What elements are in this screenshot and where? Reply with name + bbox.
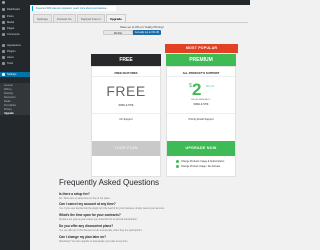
faq-question: Do you offer any discounted plans? (59, 224, 114, 228)
faq-answer: No. There are no setup fees on any of ou… (59, 197, 111, 200)
price-amount: 2 (192, 80, 202, 99)
settings-submenu: General Writing Reading Discussion Media… (0, 83, 30, 115)
price-cents-per-month: 99 / mo (206, 85, 214, 88)
notice-text[interactable]: Freemius SDK was just upgraded. Learn mo… (36, 7, 108, 10)
most-popular-badge: MOST POPULAR (165, 44, 238, 53)
free-features-title: FREE FEATURES (92, 67, 160, 77)
sidebar-item-comments[interactable]: Comments (0, 32, 30, 37)
admin-notice: Freemius SDK was just upgraded. Learn mo… (32, 6, 116, 11)
sidebar-item-media[interactable]: Media (0, 20, 30, 25)
brush-icon (2, 44, 5, 47)
free-plan-name: FREE (91, 54, 161, 66)
wordpress-logo-icon[interactable] (2, 1, 5, 4)
plugin-tabs: Settings Contact Us Support Forum Upgrad… (33, 14, 127, 22)
free-support-label: No Support (92, 113, 160, 125)
billed-annually-label: BILLED ANNUALLY (191, 99, 211, 101)
tab-support-forum[interactable]: Support Forum (76, 14, 105, 22)
media-icon (2, 21, 5, 24)
submenu-item-discussion[interactable]: Discussion (4, 96, 16, 99)
sidebar-item-appearance[interactable]: Appearance (0, 43, 30, 48)
admin-sidebar: Dashboard Posts Media Pages Comments App… (0, 5, 30, 250)
sidebar-item-posts[interactable]: Posts (0, 14, 30, 19)
premium-sites-label: SINGLE SITE (193, 103, 209, 106)
submenu-item-media[interactable]: Media (4, 100, 11, 103)
upgrade-now-button[interactable]: UPGRADE NOW (167, 141, 235, 156)
submenu-item-reading[interactable]: Reading (4, 92, 13, 95)
wrench-icon (2, 62, 5, 65)
tab-settings[interactable]: Settings (33, 14, 52, 22)
faq-question: Is there a setup fee? (59, 192, 90, 196)
billing-monthly-option[interactable]: Monthly (103, 30, 133, 35)
faq-question: What's the time span for your contracts? (59, 213, 121, 217)
premium-features-title: ALL PRODUCT'S SUPPORT (167, 67, 235, 77)
plugin-icon (2, 50, 5, 53)
comment-icon (2, 33, 5, 36)
premium-footer-line-2: Change Product Usage / Re-Activate (167, 164, 235, 169)
premium-plan-card: PREMIUM ALL PRODUCT'S SUPPORT $ 2 99 / m… (166, 54, 236, 177)
sidebar-item-pages[interactable]: Pages (0, 26, 30, 31)
check-icon (176, 160, 179, 163)
free-sites-label: SINGLE SITE (118, 104, 134, 107)
submenu-item-privacy[interactable]: Privacy (4, 108, 12, 111)
free-plan-card: FREE FREE FEATURES FREE SINGLE SITE No S… (91, 54, 161, 177)
dashboard-icon (2, 8, 5, 11)
premium-support-label: Priority Email Support (167, 113, 235, 125)
your-plan-button: YOUR PLAN (92, 141, 160, 156)
faq-title: Frequently Asked Questions (59, 178, 160, 187)
faq-answer: Yes, we offer up to 0% discount on an an… (59, 229, 143, 232)
check-icon (176, 165, 179, 168)
faq-answer: All plans are year-to-year unless you su… (59, 218, 138, 221)
submenu-item-permalinks[interactable]: Permalinks (4, 104, 16, 107)
save-text: Save up to 0% on Yearly Pricing! (120, 25, 164, 29)
page-icon (2, 27, 5, 30)
sidebar-item-plugins[interactable]: Plugins (0, 49, 30, 54)
billing-cycle-toggle: Monthly Annually (up to 0% off) (103, 30, 161, 35)
settings-icon (2, 73, 5, 76)
admin-bar (0, 0, 250, 5)
faq-answer: Absolutely! You can upgrade or downgrade… (59, 240, 129, 243)
faq-question: Can I change my plan later on? (59, 235, 107, 239)
free-price: FREE (106, 83, 146, 99)
submenu-item-writing[interactable]: Writing (4, 88, 11, 91)
sidebar-item-users[interactable]: Users (0, 55, 30, 60)
tabs-divider (33, 22, 248, 23)
pin-icon (2, 15, 5, 18)
faq-answer: Yes, if you ever decide that the plugin … (59, 207, 165, 210)
sidebar-item-dashboard[interactable]: Dashboard (0, 7, 30, 12)
sidebar-item-settings[interactable]: Settings (0, 72, 30, 77)
sidebar-item-tools[interactable]: Tools (0, 61, 30, 66)
premium-plan-name: PREMIUM (166, 54, 236, 66)
billing-annual-option[interactable]: Annually (up to 0% off) (133, 30, 161, 35)
tab-contact-us[interactable]: Contact Us (52, 14, 76, 22)
submenu-item-general[interactable]: General (4, 84, 13, 87)
submenu-item-upgrade[interactable]: Upgrade (4, 112, 14, 115)
tab-upgrade[interactable]: Upgrade (105, 14, 126, 22)
faq-question: Can I cancel my account at any time? (59, 202, 116, 206)
user-icon (2, 56, 5, 59)
